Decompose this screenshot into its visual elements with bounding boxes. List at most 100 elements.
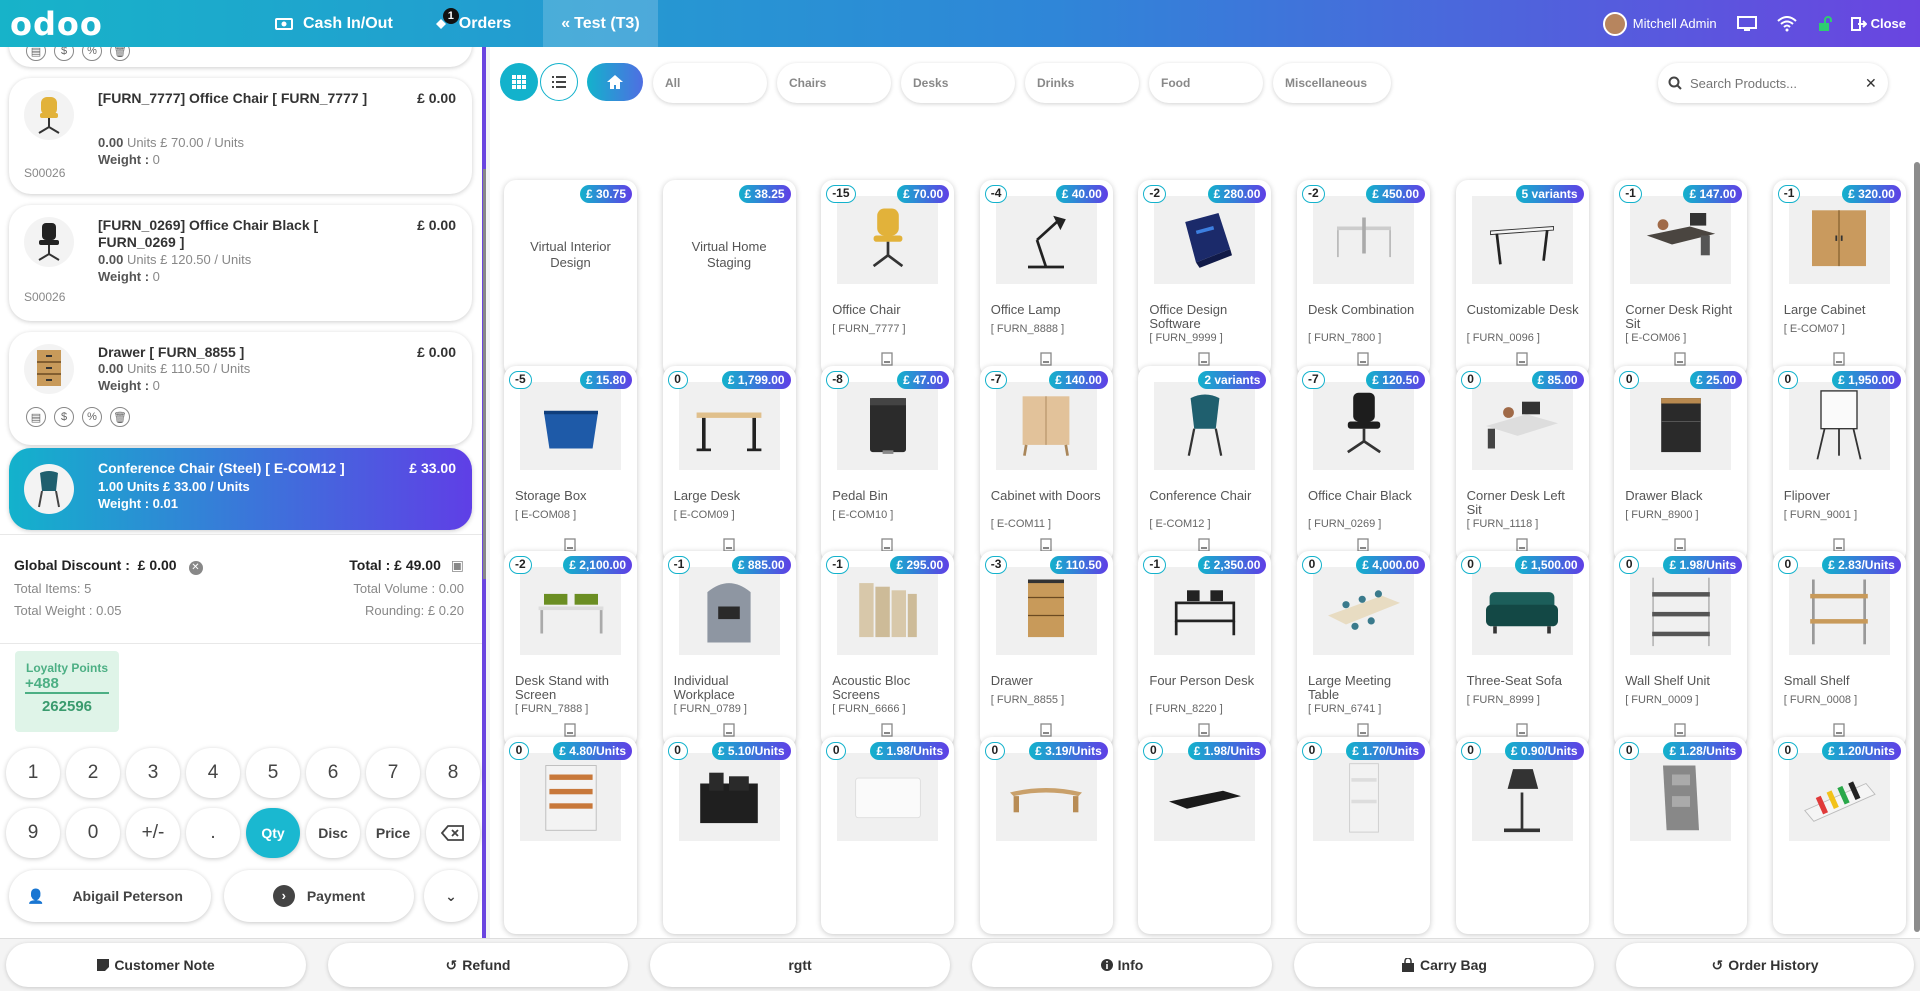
- product-card[interactable]: Wall Shelf Unit [ FURN_0009 ] £ 1.98/Units…: [1614, 551, 1748, 748]
- unlock-icon[interactable]: [1817, 15, 1833, 32]
- search-input[interactable]: [1690, 75, 1865, 91]
- numpad-key-9[interactable]: 9: [6, 808, 60, 858]
- product-card[interactable]: Office Design Software[ FURN_9999 ] £ 280…: [1138, 180, 1272, 377]
- product-card[interactable]: Conference Chair [ E-COM12 ] 2 variants: [1138, 365, 1272, 563]
- product-info-icon[interactable]: [1673, 722, 1687, 738]
- wifi-icon[interactable]: [1776, 15, 1797, 32]
- order-line-partial[interactable]: ▤ $ % 🗑: [9, 47, 472, 67]
- product-info-icon[interactable]: [1356, 722, 1370, 738]
- home-category-button[interactable]: [587, 63, 643, 101]
- product-card[interactable]: Large Cabinet [ E-COM07 ] £ 320.00 -1: [1772, 180, 1906, 377]
- user-name[interactable]: Mitchell Admin: [1633, 16, 1717, 31]
- numpad-backspace-button[interactable]: [426, 808, 480, 858]
- customer-note-button[interactable]: Customer Note: [6, 943, 306, 987]
- product-card[interactable]: Pedal Bin [ E-COM10 ] £ 47.00 -8: [821, 365, 955, 563]
- product-card[interactable]: £ 1.98/Units 0: [821, 736, 955, 934]
- category-desks[interactable]: Desks: [901, 63, 1015, 103]
- carry-bag-button[interactable]: Carry Bag: [1294, 943, 1594, 987]
- product-info-icon[interactable]: [722, 722, 736, 738]
- order-line-selected[interactable]: Conference Chair (Steel) [ E-COM12 ] £ 3…: [9, 448, 472, 530]
- info-button[interactable]: Info: [972, 943, 1272, 987]
- product-card[interactable]: Large Desk [ E-COM09 ] £ 1,799.00 0: [662, 365, 796, 563]
- monitor-icon[interactable]: [1736, 15, 1757, 32]
- product-card[interactable]: Four Person Desk [ FURN_8220 ] £ 2,350.00 -…: [1138, 551, 1272, 748]
- orders-button[interactable]: 1 Orders: [433, 0, 511, 47]
- product-info-icon[interactable]: [1832, 351, 1846, 367]
- product-info-icon[interactable]: [1515, 722, 1529, 738]
- numpad-key-6[interactable]: 6: [306, 748, 360, 798]
- table-button[interactable]: « Test (T3): [543, 0, 658, 47]
- product-card[interactable]: Acoustic Bloc Screens[ FURN_6666 ] £ 295.…: [821, 551, 955, 748]
- order-lines-scrollbar[interactable]: [483, 169, 486, 579]
- product-card[interactable]: Large Meeting Table[ FURN_6741 ] £ 4,000.…: [1297, 551, 1430, 748]
- product-card[interactable]: Storage Box [ E-COM08 ] £ 15.80 -5: [504, 365, 637, 563]
- product-info-icon[interactable]: [880, 351, 894, 367]
- product-info-icon[interactable]: [1515, 351, 1529, 367]
- category-chairs[interactable]: Chairs: [777, 63, 891, 103]
- product-card[interactable]: Drawer Black [ FURN_8900 ] £ 25.00 0: [1614, 365, 1748, 563]
- product-info-icon[interactable]: [1197, 351, 1211, 367]
- product-card[interactable]: Drawer [ FURN_8855 ] £ 110.50 -3: [979, 551, 1113, 748]
- product-card[interactable]: Office Chair Black [ FURN_0269 ] £ 120.50 -…: [1297, 365, 1430, 563]
- product-info-icon[interactable]: [1356, 351, 1370, 367]
- product-card[interactable]: £ 1.20/Units 0: [1772, 736, 1906, 934]
- grid-view-button[interactable]: [500, 63, 538, 101]
- order-line[interactable]: [FURN_0269] Office Chair Black [ FURN_02…: [9, 205, 472, 321]
- product-card[interactable]: Individual Workplace[ FURN_0789 ] £ 885.0…: [662, 551, 796, 748]
- product-card[interactable]: £ 1.98/Units 0: [1138, 736, 1272, 934]
- rgtt-button[interactable]: rgtt: [650, 943, 950, 987]
- trash-icon[interactable]: 🗑: [110, 47, 130, 61]
- customer-button[interactable]: 👤 Abigail Peterson: [9, 870, 211, 922]
- product-info-icon[interactable]: [563, 722, 577, 738]
- product-card[interactable]: Desk Stand with Screen[ FURN_7888 ] £ 2,1…: [504, 551, 637, 748]
- product-info-icon[interactable]: [880, 722, 894, 738]
- trash-icon[interactable]: 🗑: [110, 407, 130, 427]
- more-actions-button[interactable]: ⌄: [424, 870, 478, 922]
- category-miscellaneous[interactable]: Miscellaneous: [1273, 63, 1391, 103]
- order-lines[interactable]: ▤ $ % 🗑 [FURN_7777] Office Chair [ FURN_…: [0, 47, 482, 534]
- product-card[interactable]: Corner Desk Left Sit[ FURN_1118 ] £ 85.00…: [1455, 365, 1589, 563]
- numpad-key-1[interactable]: 1: [6, 748, 60, 798]
- category-drinks[interactable]: Drinks: [1025, 63, 1139, 103]
- order-history-button[interactable]: ↺ Order History: [1616, 943, 1914, 987]
- user-avatar[interactable]: [1602, 11, 1627, 36]
- product-card[interactable]: Small Shelf [ FURN_0008 ] £ 2.83/Units 0: [1772, 551, 1906, 748]
- product-card[interactable]: £ 4.80/Units 0: [504, 736, 637, 934]
- product-info-icon[interactable]: [1832, 722, 1846, 738]
- product-card[interactable]: Virtual Interior Design £ 30.75: [504, 180, 637, 377]
- numpad-key-decimal[interactable]: .: [186, 808, 240, 858]
- category-all[interactable]: All: [653, 63, 767, 103]
- product-card[interactable]: Three-Seat Sofa [ FURN_8999 ] £ 1,500.00 0: [1455, 551, 1589, 748]
- numpad-key-0[interactable]: 0: [66, 808, 120, 858]
- numpad-key-7[interactable]: 7: [366, 748, 420, 798]
- product-card[interactable]: Flipover [ FURN_9001 ] £ 1,950.00 0: [1772, 365, 1906, 563]
- percent-icon[interactable]: %: [82, 407, 102, 427]
- product-card[interactable]: Virtual Home Staging £ 38.25: [662, 180, 796, 377]
- product-info-icon[interactable]: [1197, 722, 1211, 738]
- product-card[interactable]: Desk Combination [ FURN_7800 ] £ 450.00 -2: [1297, 180, 1430, 377]
- numpad-disc-button[interactable]: Disc: [306, 808, 360, 858]
- numpad-key-5[interactable]: 5: [246, 748, 300, 798]
- product-card[interactable]: Cabinet with Doors [ E-COM11 ] £ 140.00 -7: [979, 365, 1113, 563]
- product-grid-scrollbar[interactable]: [1914, 162, 1920, 932]
- note-icon[interactable]: ▤: [26, 407, 46, 427]
- numpad-price-button[interactable]: Price: [366, 808, 420, 858]
- numpad-qty-button[interactable]: Qty: [246, 808, 300, 858]
- numpad-key-8[interactable]: 8: [426, 748, 480, 798]
- clear-search-icon[interactable]: ✕: [1865, 75, 1877, 92]
- order-line[interactable]: Drawer [ FURN_8855 ] £ 0.00 0.00 Units £…: [9, 332, 472, 445]
- numpad-key-4[interactable]: 4: [186, 748, 240, 798]
- product-info-icon[interactable]: [1039, 351, 1053, 367]
- product-info-icon[interactable]: [1039, 722, 1053, 738]
- close-button[interactable]: Close: [1850, 16, 1906, 31]
- numpad-key-2[interactable]: 2: [66, 748, 120, 798]
- product-info-icon[interactable]: [1673, 351, 1687, 367]
- product-card[interactable]: £ 3.19/Units 0: [979, 736, 1113, 934]
- product-card[interactable]: Customizable Desk [ FURN_0096 ] 5 variants: [1455, 180, 1589, 377]
- product-card[interactable]: £ 0.90/Units 0: [1455, 736, 1589, 934]
- dollar-icon[interactable]: $: [54, 47, 74, 61]
- dollar-icon[interactable]: $: [54, 407, 74, 427]
- payment-button[interactable]: › Payment: [224, 870, 414, 922]
- product-card[interactable]: £ 1.70/Units 0: [1297, 736, 1430, 934]
- product-card[interactable]: Office Lamp [ FURN_8888 ] £ 40.00 -4: [979, 180, 1113, 377]
